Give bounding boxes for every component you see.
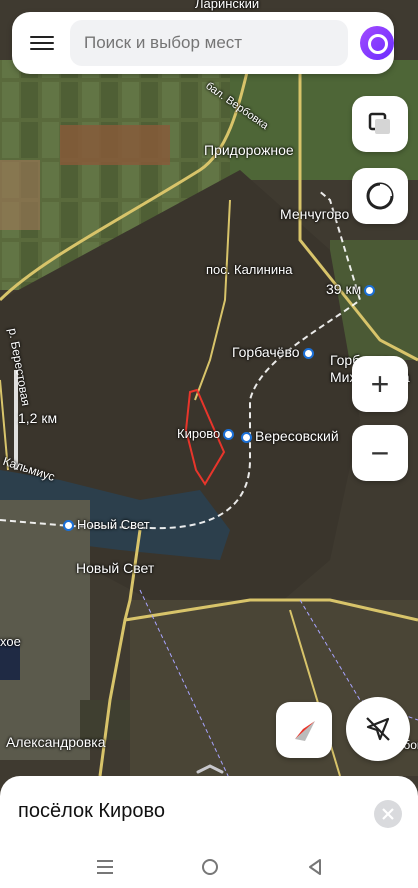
zoom-out-button[interactable]: − [352, 425, 408, 481]
station-dot-icon [364, 284, 376, 296]
label-gorbachevo: Горбачёво [232, 344, 317, 360]
search-bar [12, 12, 394, 74]
place-title: посёлок Кирово [18, 800, 165, 822]
recents-icon [97, 860, 113, 874]
label-scale: 1,2 км [18, 410, 58, 426]
location-arrow-off-icon [366, 717, 390, 741]
station-dot-icon [302, 347, 314, 359]
alice-assistant-icon[interactable] [360, 26, 394, 60]
label-pos-kalinina: пос. Калинина [206, 262, 293, 277]
location-off-button[interactable] [346, 697, 410, 761]
compass-icon [295, 721, 315, 741]
circle-mode-icon [366, 182, 394, 210]
station-dot-icon [241, 431, 252, 443]
label-39km: 39 км [326, 281, 378, 297]
label-novy-svet: Новый Свет [76, 560, 155, 576]
home-circle-icon [202, 859, 218, 875]
layers-button[interactable] [352, 96, 408, 152]
search-input[interactable] [70, 20, 348, 66]
recents-button[interactable] [90, 852, 120, 882]
compass-button[interactable] [276, 702, 332, 758]
back-button[interactable] [300, 852, 330, 882]
close-icon [382, 808, 394, 820]
system-nav-bar [0, 846, 418, 888]
menu-icon[interactable] [30, 32, 54, 54]
label-menchugovo: Менчугово [280, 206, 350, 222]
station-dot-icon [223, 429, 235, 441]
label-larinsky: Ларинский [195, 0, 260, 11]
label-veresovsky: Вересовский [238, 428, 339, 444]
close-button[interactable] [374, 800, 402, 828]
label-pridorozhnoe: Придорожное [204, 142, 294, 158]
back-triangle-icon [309, 859, 321, 875]
label-aleksandrovka: Александровка [6, 734, 106, 750]
label-khoe: хое [0, 634, 21, 649]
label-novy-svet-station: Новый Свет [60, 517, 150, 532]
station-dot-icon [63, 520, 74, 532]
zoom-in-button[interactable]: + [352, 356, 408, 412]
label-kirovo: Кирово [177, 426, 237, 441]
layers-icon [368, 112, 390, 134]
traffic-mode-button[interactable] [352, 168, 408, 224]
home-button[interactable] [195, 852, 225, 882]
chevron-up-icon[interactable] [196, 764, 224, 774]
